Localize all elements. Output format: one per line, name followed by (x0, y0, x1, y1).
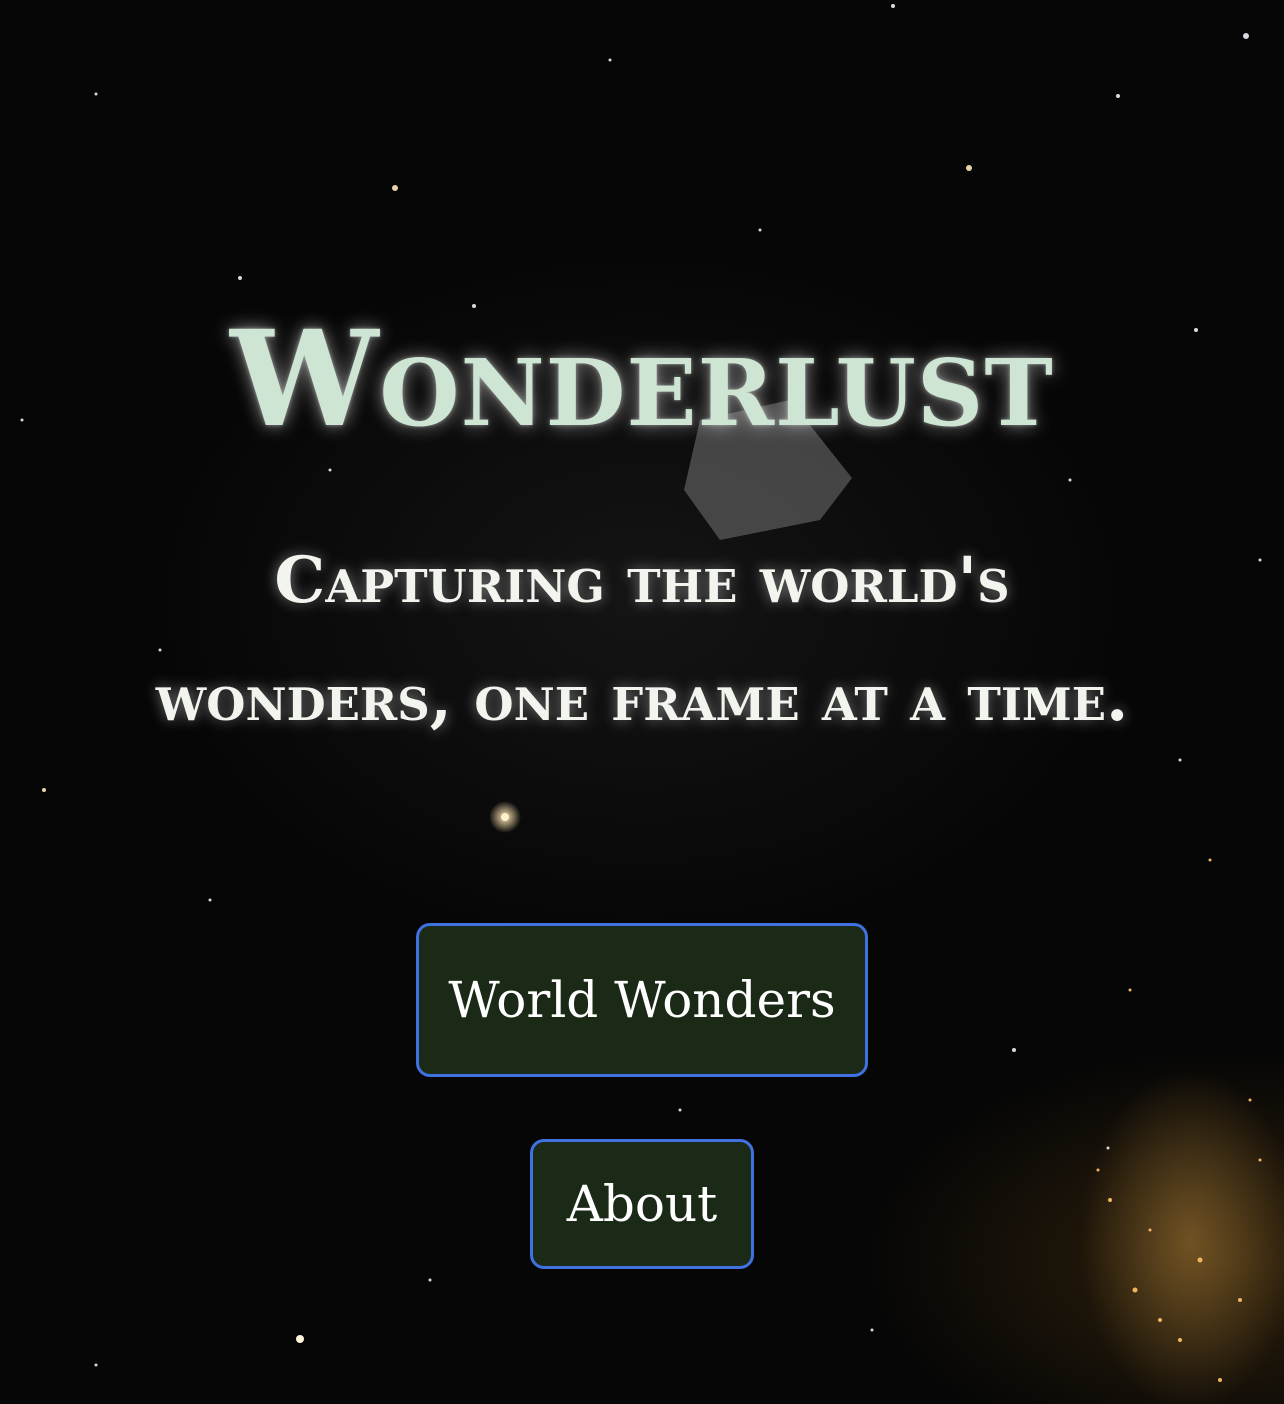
about-button[interactable]: About (530, 1139, 754, 1269)
site-tagline: Capturing the world's wonders, one frame… (155, 543, 1129, 736)
hero-content: Wonderlust Capturing the world's wonders… (0, 0, 1284, 1404)
world-wonders-button[interactable]: World Wonders (416, 923, 868, 1077)
hero-section: Wonderlust Capturing the world's wonders… (0, 0, 1284, 1404)
site-title: Wonderlust (230, 302, 1054, 457)
